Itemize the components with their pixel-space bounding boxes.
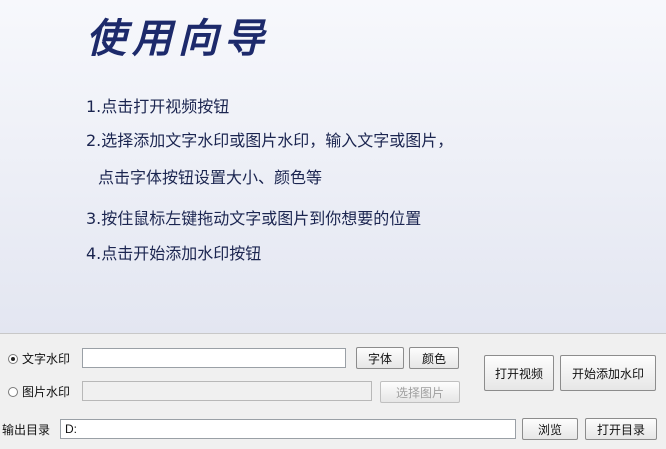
image-watermark-radio[interactable]: 图片水印 bbox=[8, 383, 70, 400]
output-dir-label: 输出目录 bbox=[2, 423, 51, 437]
guide-step-4: 4.点击开始添加水印按钮 bbox=[86, 244, 262, 263]
guide-step-1: 1.点击打开视频按钮 bbox=[86, 97, 230, 116]
guide-panel: 使用向导 1.点击打开视频按钮 2.选择添加文字水印或图片水印，输入文字或图片，… bbox=[0, 0, 666, 333]
text-watermark-radio[interactable]: 文字水印 bbox=[8, 350, 70, 367]
open-video-button[interactable]: 打开视频 bbox=[484, 355, 554, 391]
guide-step-2: 2.选择添加文字水印或图片水印，输入文字或图片， bbox=[86, 131, 454, 150]
output-dir-input[interactable]: D: bbox=[60, 419, 516, 439]
guide-step-2-continued: 点击字体按钮设置大小、颜色等 bbox=[98, 168, 323, 187]
browse-button[interactable]: 浏览 bbox=[522, 418, 578, 440]
image-watermark-label: 图片水印 bbox=[22, 385, 71, 399]
radio-selected-icon bbox=[8, 353, 18, 364]
open-dir-button[interactable]: 打开目录 bbox=[585, 418, 657, 440]
guide-step-3: 3.按住鼠标左键拖动文字或图片到你想要的位置 bbox=[86, 209, 422, 228]
select-image-button[interactable]: 选择图片 bbox=[380, 381, 460, 403]
color-button[interactable]: 颜色 bbox=[409, 347, 459, 369]
font-button[interactable]: 字体 bbox=[356, 347, 404, 369]
start-watermark-button[interactable]: 开始添加水印 bbox=[560, 355, 656, 391]
text-watermark-input[interactable] bbox=[82, 348, 346, 368]
text-watermark-label: 文字水印 bbox=[22, 352, 71, 366]
guide-title: 使用向导 bbox=[86, 15, 270, 62]
image-watermark-input[interactable] bbox=[82, 381, 372, 401]
radio-unselected-icon bbox=[8, 386, 18, 397]
